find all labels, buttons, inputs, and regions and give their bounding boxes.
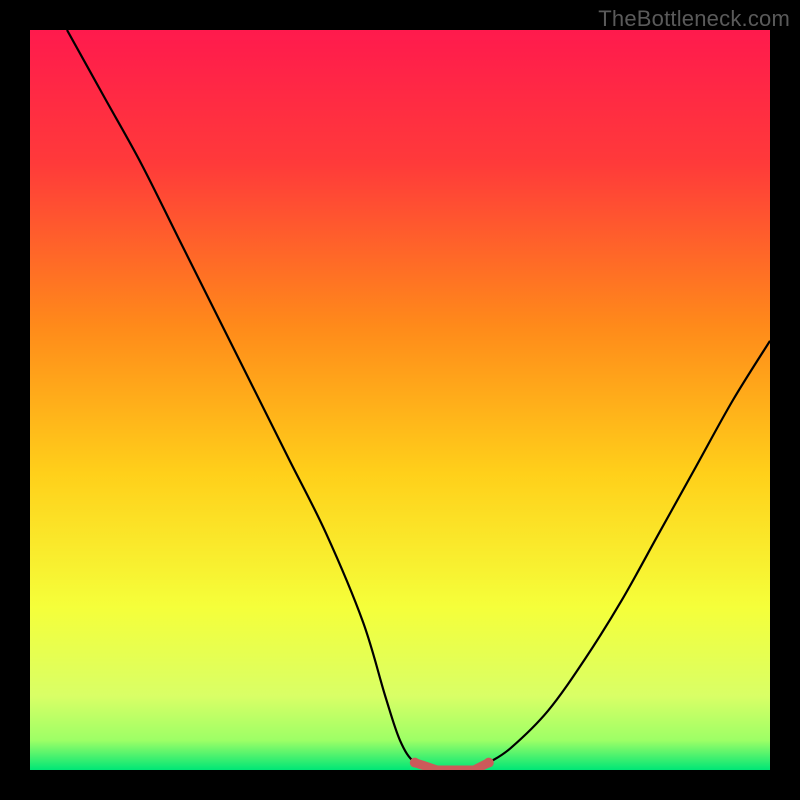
bottleneck-chart bbox=[30, 30, 770, 770]
highlight-dot-left bbox=[410, 758, 420, 768]
highlight-dot-right bbox=[484, 758, 494, 768]
outer-frame: TheBottleneck.com bbox=[0, 0, 800, 800]
chart-area bbox=[30, 30, 770, 770]
gradient-background bbox=[30, 30, 770, 770]
watermark-text: TheBottleneck.com bbox=[598, 6, 790, 32]
